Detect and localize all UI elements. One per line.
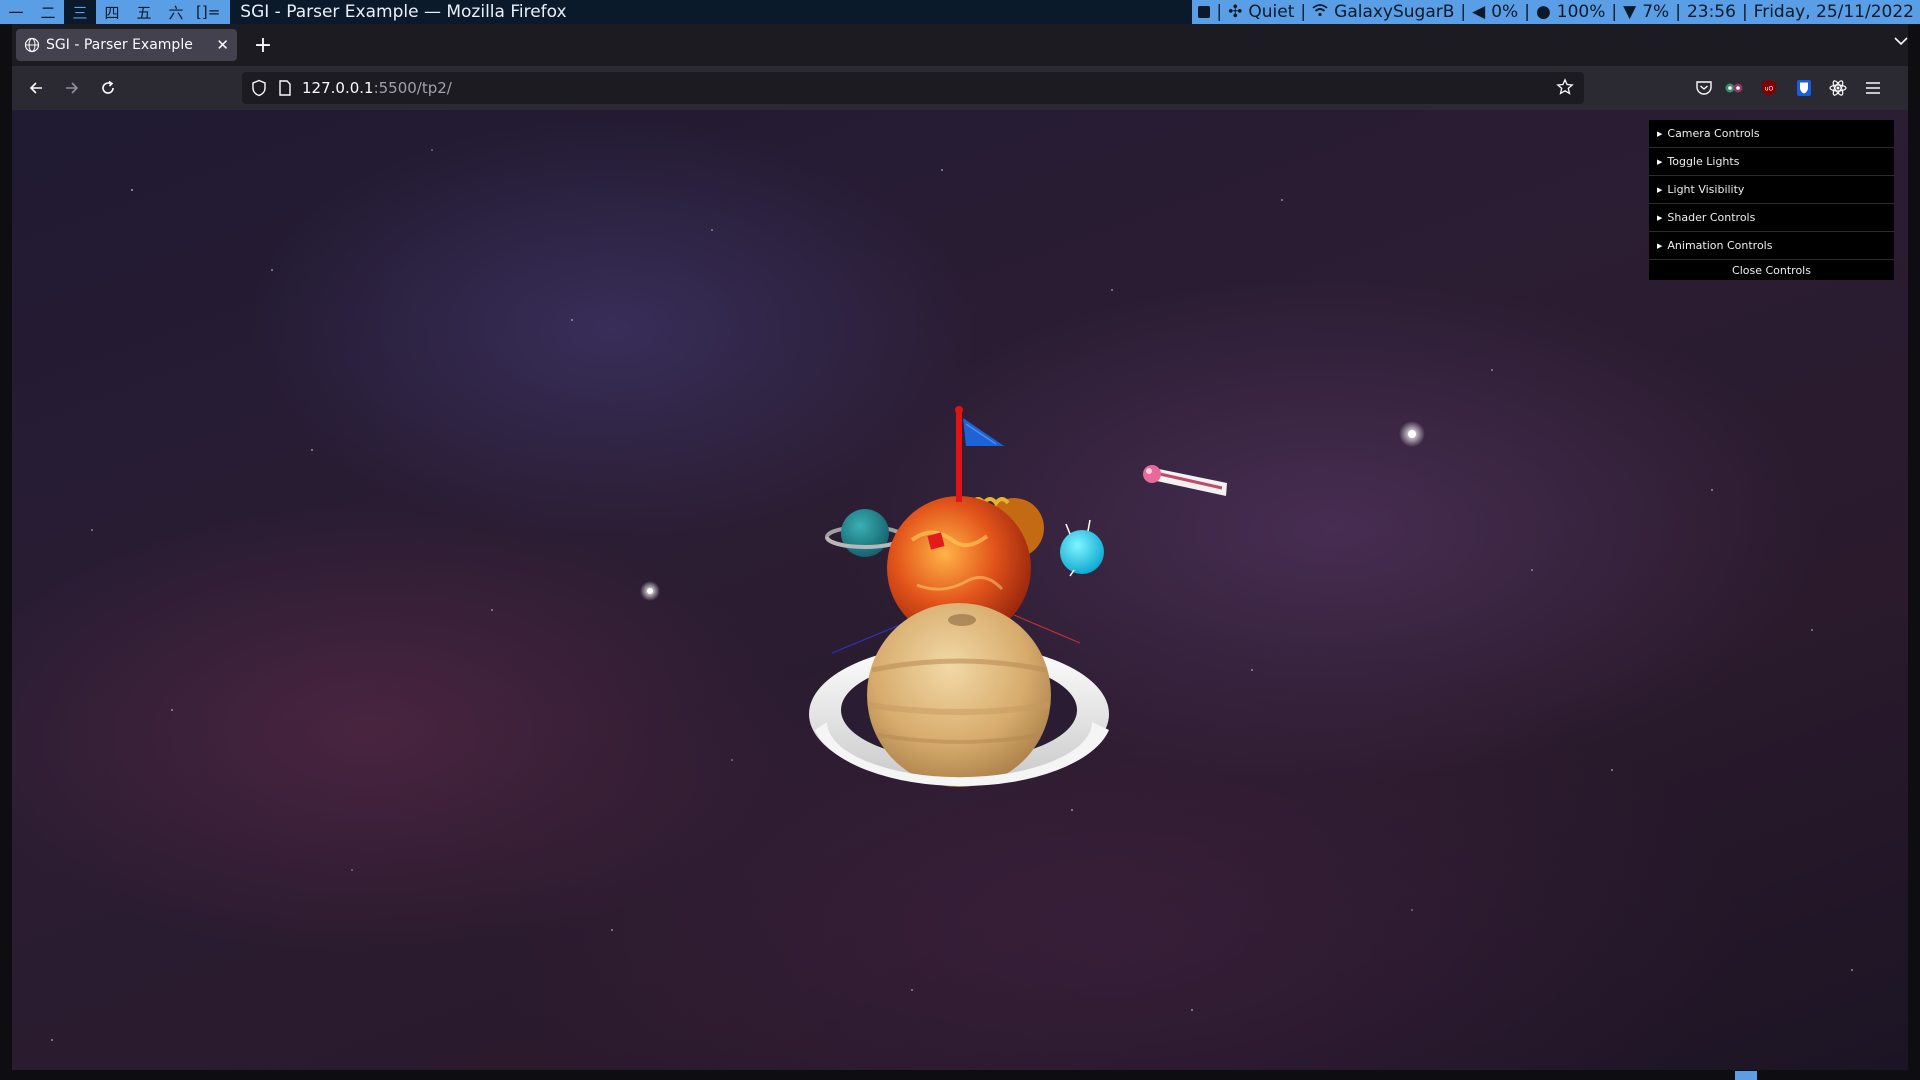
clock-date: Friday, 25/11/2022 [1753, 2, 1914, 22]
close-controls-button[interactable]: Close Controls [1649, 260, 1894, 280]
hamburger-menu-icon[interactable] [1862, 77, 1884, 99]
wifi-network: GalaxySugarB [1334, 2, 1455, 22]
gui-folder-shader-controls[interactable]: ▶ Shader Controls [1649, 204, 1894, 232]
bookmark-star-icon[interactable] [1556, 78, 1574, 96]
gui-folder-camera-controls[interactable]: ▶ Camera Controls [1649, 120, 1894, 148]
comet-object [1143, 465, 1227, 496]
gui-folder-label: Camera Controls [1667, 127, 1760, 140]
scene-render [51, 149, 1853, 1041]
url-path: :5500/tp2/ [373, 79, 452, 97]
workspace-5[interactable]: 五 [128, 0, 160, 24]
page-info-icon[interactable] [276, 79, 294, 97]
workspace-2[interactable]: 二 [32, 0, 64, 24]
separator: | [1611, 2, 1618, 22]
layout-indicator[interactable]: []= [192, 0, 224, 24]
new-tab-button[interactable]: + [248, 30, 278, 60]
battery-icon: ▼ [1623, 2, 1637, 22]
brightness-icon: ● [1535, 2, 1551, 22]
separator: | [1741, 2, 1748, 22]
separator: | [1524, 2, 1530, 22]
workspace-6[interactable]: 六 [160, 0, 192, 24]
navigation-bar: 127.0.0.1:5500/tp2/ uO [0, 66, 1920, 110]
reload-icon[interactable] [94, 74, 122, 102]
pocket-icon[interactable] [1693, 77, 1715, 99]
close-tab-icon[interactable]: ✕ [216, 36, 229, 54]
url-host: 127.0.0.1 [302, 79, 374, 97]
private-mask-extension-icon[interactable] [1723, 77, 1745, 99]
url-bar[interactable]: 127.0.0.1:5500/tp2/ [242, 72, 1584, 104]
forward-icon[interactable] [58, 74, 86, 102]
battery-level: 7% [1642, 2, 1670, 22]
volume-level: 0% [1491, 2, 1519, 22]
gui-folder-light-visibility[interactable]: ▶ Light Visibility [1649, 176, 1894, 204]
workspace-3[interactable]: 三 [64, 0, 96, 24]
window-title: SGI - Parser Example — Mozilla Firefox [230, 0, 731, 24]
brightness-level: 100% [1556, 2, 1606, 22]
workspace-1[interactable]: 一 [0, 0, 32, 24]
list-all-tabs-icon[interactable] [1894, 34, 1908, 50]
back-icon[interactable] [22, 74, 50, 102]
ublock-origin-icon[interactable]: uO [1758, 77, 1780, 99]
gui-folder-label: Shader Controls [1667, 211, 1756, 224]
square-icon [1198, 6, 1211, 18]
separator: | [1216, 2, 1223, 22]
window-manager-bar: 一 二 三 四 五 六 []= SGI - Parser Example — M… [0, 0, 1920, 24]
globe-icon [24, 37, 40, 53]
window-border-bottom [0, 1070, 1920, 1080]
separator: | [1300, 2, 1307, 22]
svg-text:uO: uO [1765, 86, 1774, 93]
bar-spacer [730, 0, 1193, 24]
window-border-right [1908, 24, 1920, 1070]
gui-controls-panel: ▶ Camera Controls ▶ Toggle Lights ▶ Ligh… [1649, 120, 1894, 280]
gui-folder-label: Animation Controls [1667, 239, 1773, 252]
tracking-protection-shield-icon[interactable] [250, 79, 268, 97]
cyan-planet [1060, 519, 1104, 577]
gui-folder-label: Toggle Lights [1667, 155, 1740, 168]
tab-title: SGI - Parser Example [46, 37, 193, 53]
caret-right-icon: ▶ [1657, 157, 1663, 166]
border-accent [1735, 1071, 1757, 1080]
caret-right-icon: ▶ [1657, 241, 1663, 250]
wifi-icon [1312, 2, 1328, 22]
browser-tab[interactable]: SGI - Parser Example ✕ [16, 29, 237, 61]
gui-folder-label: Light Visibility [1667, 183, 1745, 196]
tab-bar: SGI - Parser Example ✕ + [0, 24, 1920, 66]
react-devtools-icon[interactable] [1827, 77, 1849, 99]
clock-time: 23:56 [1686, 2, 1736, 22]
volume-icon: ◀ [1472, 2, 1486, 22]
status-area: | ✣ Quiet | GalaxySugarB | ◀ 0% | ● 100%… [1192, 0, 1920, 24]
separator: | [1460, 2, 1467, 22]
workspace-4[interactable]: 四 [96, 0, 128, 24]
light-core-left [647, 588, 653, 594]
bitwarden-icon[interactable] [1793, 77, 1815, 99]
light-core-right [1408, 430, 1416, 438]
flag [955, 406, 1004, 502]
webgl-canvas[interactable]: ▶ Camera Controls ▶ Toggle Lights ▶ Ligh… [12, 110, 1908, 1070]
mode-status: Quiet [1248, 2, 1295, 22]
gui-folder-animation-controls[interactable]: ▶ Animation Controls [1649, 232, 1894, 260]
caret-right-icon: ▶ [1657, 129, 1663, 138]
fan-icon: ✣ [1228, 2, 1243, 22]
caret-right-icon: ▶ [1657, 185, 1663, 194]
separator: | [1675, 2, 1681, 22]
caret-right-icon: ▶ [1657, 213, 1663, 222]
ringed-planet-large [809, 603, 1109, 787]
gui-folder-toggle-lights[interactable]: ▶ Toggle Lights [1649, 148, 1894, 176]
